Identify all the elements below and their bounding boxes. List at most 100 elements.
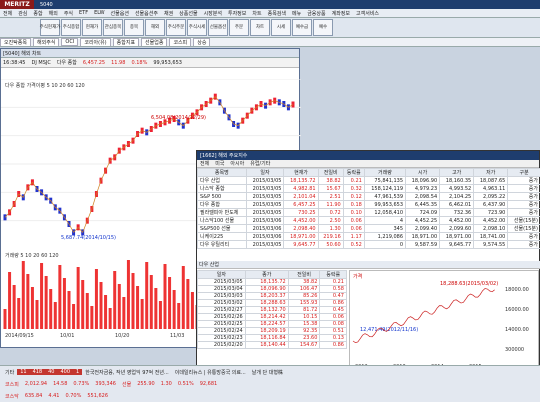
table-cell: 나스닥100 선물 [197,216,247,225]
news-ticker[interactable]: 한국전자금융, 작년 영업익 97억 전년... [82,369,171,376]
favorite-item[interactable]: 해외주식 [33,38,60,46]
table-cell: 99,953,653 [363,200,407,209]
volume-bar [40,263,44,329]
table-cell: 2.51 [317,192,344,201]
menu-item[interactable]: 선물옵션주 [135,10,158,17]
menu-item[interactable]: 관심 [18,10,27,17]
column-header[interactable]: 구분 [507,168,540,177]
menu-item[interactable]: 상품선물 [179,10,197,17]
table-row[interactable]: 2015/02/25 18,224.57 15.38 0.08 [197,320,347,328]
menu-item[interactable]: ETF [79,10,88,16]
status-cell: 선물 [121,381,132,388]
favorite-item[interactable]: 종합지표 [112,38,140,46]
menu-item[interactable]: 투자정보 [228,10,246,17]
table-row[interactable]: 2015/02/24 18,209.19 92.35 0.51 [197,327,347,335]
mini-low-label: 12,471.49(2012/11/16) [360,327,418,333]
toolbar-button[interactable]: 주식종합 [61,19,81,36]
x-tick-label: 2014/09/15 [5,333,34,339]
favorite-item[interactable]: OCI [61,38,79,46]
menu-item[interactable]: ELW [94,10,104,16]
column-header[interactable]: 일자 [245,168,285,177]
column-header[interactable]: 시가 [405,168,441,177]
table-row[interactable]: 2015/03/04 18,096.90 106.47 0.58 [197,285,347,293]
volume-bar [131,273,135,329]
toolbar-button[interactable]: 현재가 [82,19,102,36]
menu-item[interactable]: 계좌정보 [332,10,350,17]
filter-option[interactable]: 유럽/기타 [250,160,270,167]
status-cell: 2,012.94 [24,381,48,387]
menu-item[interactable]: 고객서비스 [356,10,379,17]
menu-item[interactable]: 주식 [64,10,73,17]
column-header[interactable]: 종목명 [197,168,247,177]
table-cell: 18,135.72 [283,176,319,185]
toolbar-button[interactable]: 주식현재가 [40,19,60,36]
menu-item[interactable]: 해외 [49,10,58,17]
table-cell: 2,095.22 [473,192,509,201]
table-cell: 2015/03/02 [197,299,246,307]
toolbar-button[interactable]: 주식시세 [187,19,207,36]
table-row[interactable]: 다우 산업 2015/03/05 18,135.72 38.82 0.21 75,841,… [197,176,540,185]
filter-option[interactable]: 아시아 [230,160,244,167]
menu-item[interactable]: 금융상품 [307,10,325,17]
column-header[interactable]: 등락률 [342,168,365,177]
table-cell: 18,116.84 [244,334,289,342]
column-header[interactable]: 현재가 [283,168,319,177]
menu-item[interactable]: 채권 [164,10,173,17]
menu-item[interactable]: 메뉴 [292,10,301,17]
volume-bar [136,286,140,329]
favorite-item[interactable]: 코리아(유) [80,38,111,46]
column-header[interactable]: 고가 [439,168,475,177]
toolbar-button[interactable]: 선물옵션 [208,19,228,36]
table-row[interactable]: 다우 종합 2015/03/05 6,457.25 11.90 0.18 99,953,6… [197,200,540,209]
status-cell: 400 [57,369,74,375]
symbol[interactable]: DJ MSJC [31,60,50,66]
toolbar-button[interactable]: 예수 [313,19,333,36]
toolbar-button[interactable]: 주문 [229,19,249,36]
table-row[interactable]: 필라델피아 반도체 2015/03/05 730.25 0.72 0.10 12,058,… [197,208,540,217]
table-row[interactable]: 2015/03/02 18,288.63 155.93 0.86 [197,299,347,307]
column-header[interactable]: 저가 [473,168,509,177]
favorite-item[interactable]: 오진탁종목 [0,38,32,46]
table-row[interactable]: S&P500 선물 2015/03/06 2,098.40 1.30 0.06 345 2,… [197,224,540,233]
table-row[interactable]: 2015/02/27 18,132.70 81.72 0.45 [197,306,347,314]
table-row[interactable]: 나스닥 종합 2015/03/05 4,982.81 15.67 0.32 158,124… [197,184,540,193]
table-row[interactable]: 다우 유틸리티 2015/03/05 9,645.77 50.60 0.52 0 9,587… [197,240,540,249]
toolbar-button[interactable]: 차트 [250,19,270,36]
menu-item[interactable]: 시장분석 [204,10,222,17]
table-row[interactable]: 2015/02/26 18,214.42 10.15 0.06 [197,313,347,321]
toolbar-button[interactable]: 시세 [271,19,291,36]
news-ticker[interactable]: 날개 단 대형株 [249,369,286,376]
menu-item[interactable]: 종합 [33,10,42,17]
table-cell: 2015/02/25 [197,320,246,328]
volume-bar [35,300,39,329]
menu-item[interactable]: 종목검색 [268,10,286,17]
table-row[interactable]: 2015/02/20 18,140.44 154.67 0.86 [197,341,347,349]
toolbar-button[interactable]: 주식주문 [166,19,186,36]
favorite-item[interactable]: 코스피 [169,38,192,46]
table-row[interactable]: 2015/02/23 18,116.84 23.60 0.13 [197,334,347,342]
window-number[interactable]: 5040 [40,2,53,8]
table-row[interactable]: 2015/03/05 18,135.72 38.82 0.21 [197,278,347,286]
table-row[interactable]: 나스닥100 선물 2015/03/06 4,452.00 2.50 0.06 4 4,45… [197,216,540,225]
toolbar-button[interactable]: 관심종목 [103,19,123,36]
filter-option[interactable]: 미국 [215,160,224,167]
toolbar-button[interactable]: 예수금 [292,19,312,36]
news-ticker[interactable]: 이데일리뉴스 | 유통망중국 의료... [172,369,249,376]
table-row[interactable]: 2015/03/03 18,203.37 85.26 0.47 [197,292,347,300]
menu-item[interactable]: 전체 [3,10,12,17]
favorite-item[interactable]: 선물업종 [141,38,168,46]
table-cell: 증가 [507,240,540,249]
column-header[interactable]: 전일비 [317,168,344,177]
menu-item[interactable]: 차트 [252,10,261,17]
table-cell: 18,087.65 [473,176,509,185]
table-row[interactable]: S&P 500 2015/03/05 2,101.04 2.51 0.12 47,961,… [197,192,540,201]
filter-option[interactable]: 전체 [200,160,209,167]
column-header[interactable]: 거래량 [363,168,407,177]
table-cell: 0.06 [342,216,365,225]
chart-legend: 다우 종합 가격이평 5 10 20 60 120 [5,82,85,89]
menu-item[interactable]: 선물옵션 [111,10,129,17]
toolbar-button[interactable]: 종목 [124,19,144,36]
toolbar-button[interactable]: 해외 [145,19,165,36]
table-row[interactable]: 니케이225 2015/03/06 18,971.00 219.16 1.17 1,219… [197,232,540,241]
favorite-item[interactable]: 상승 [193,38,211,46]
